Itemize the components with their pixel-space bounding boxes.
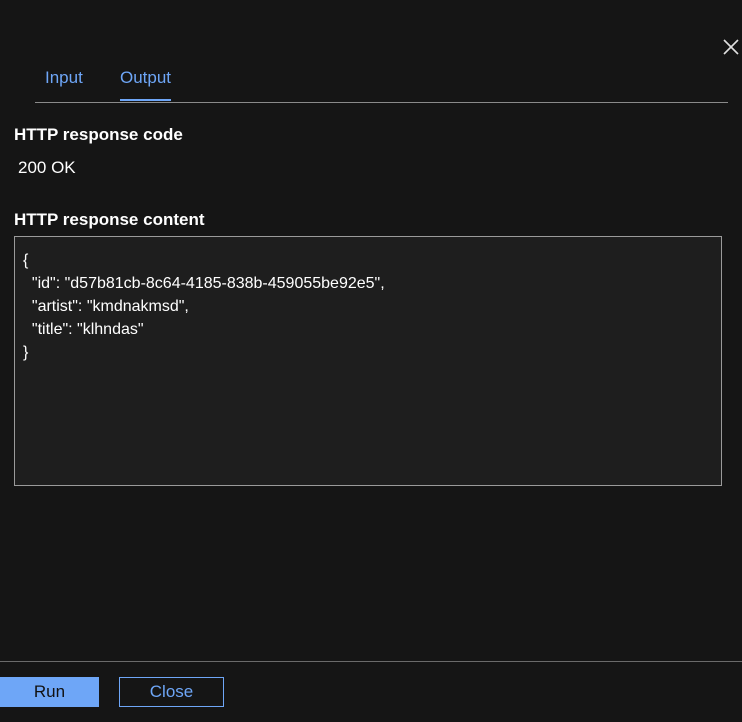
- test-panel: Input Output HTTP response code 200 OK H…: [0, 0, 742, 722]
- tab-selected-indicator: [120, 99, 172, 101]
- response-code-value: 200 OK: [18, 158, 76, 177]
- footer-divider: [0, 661, 742, 662]
- run-button[interactable]: Run: [0, 677, 99, 707]
- tab-bar: Input Output: [35, 60, 728, 103]
- tab-output-label: Output: [120, 68, 172, 87]
- close-icon[interactable]: [720, 36, 742, 58]
- response-content-label: HTTP response content: [14, 210, 205, 229]
- tab-input[interactable]: Input: [45, 68, 83, 101]
- response-content-box[interactable]: { "id": "d57b81cb-8c64-4185-838b-459055b…: [14, 236, 722, 486]
- response-code-label: HTTP response code: [14, 125, 183, 144]
- tab-output[interactable]: Output: [120, 68, 172, 101]
- close-button[interactable]: Close: [119, 677, 224, 707]
